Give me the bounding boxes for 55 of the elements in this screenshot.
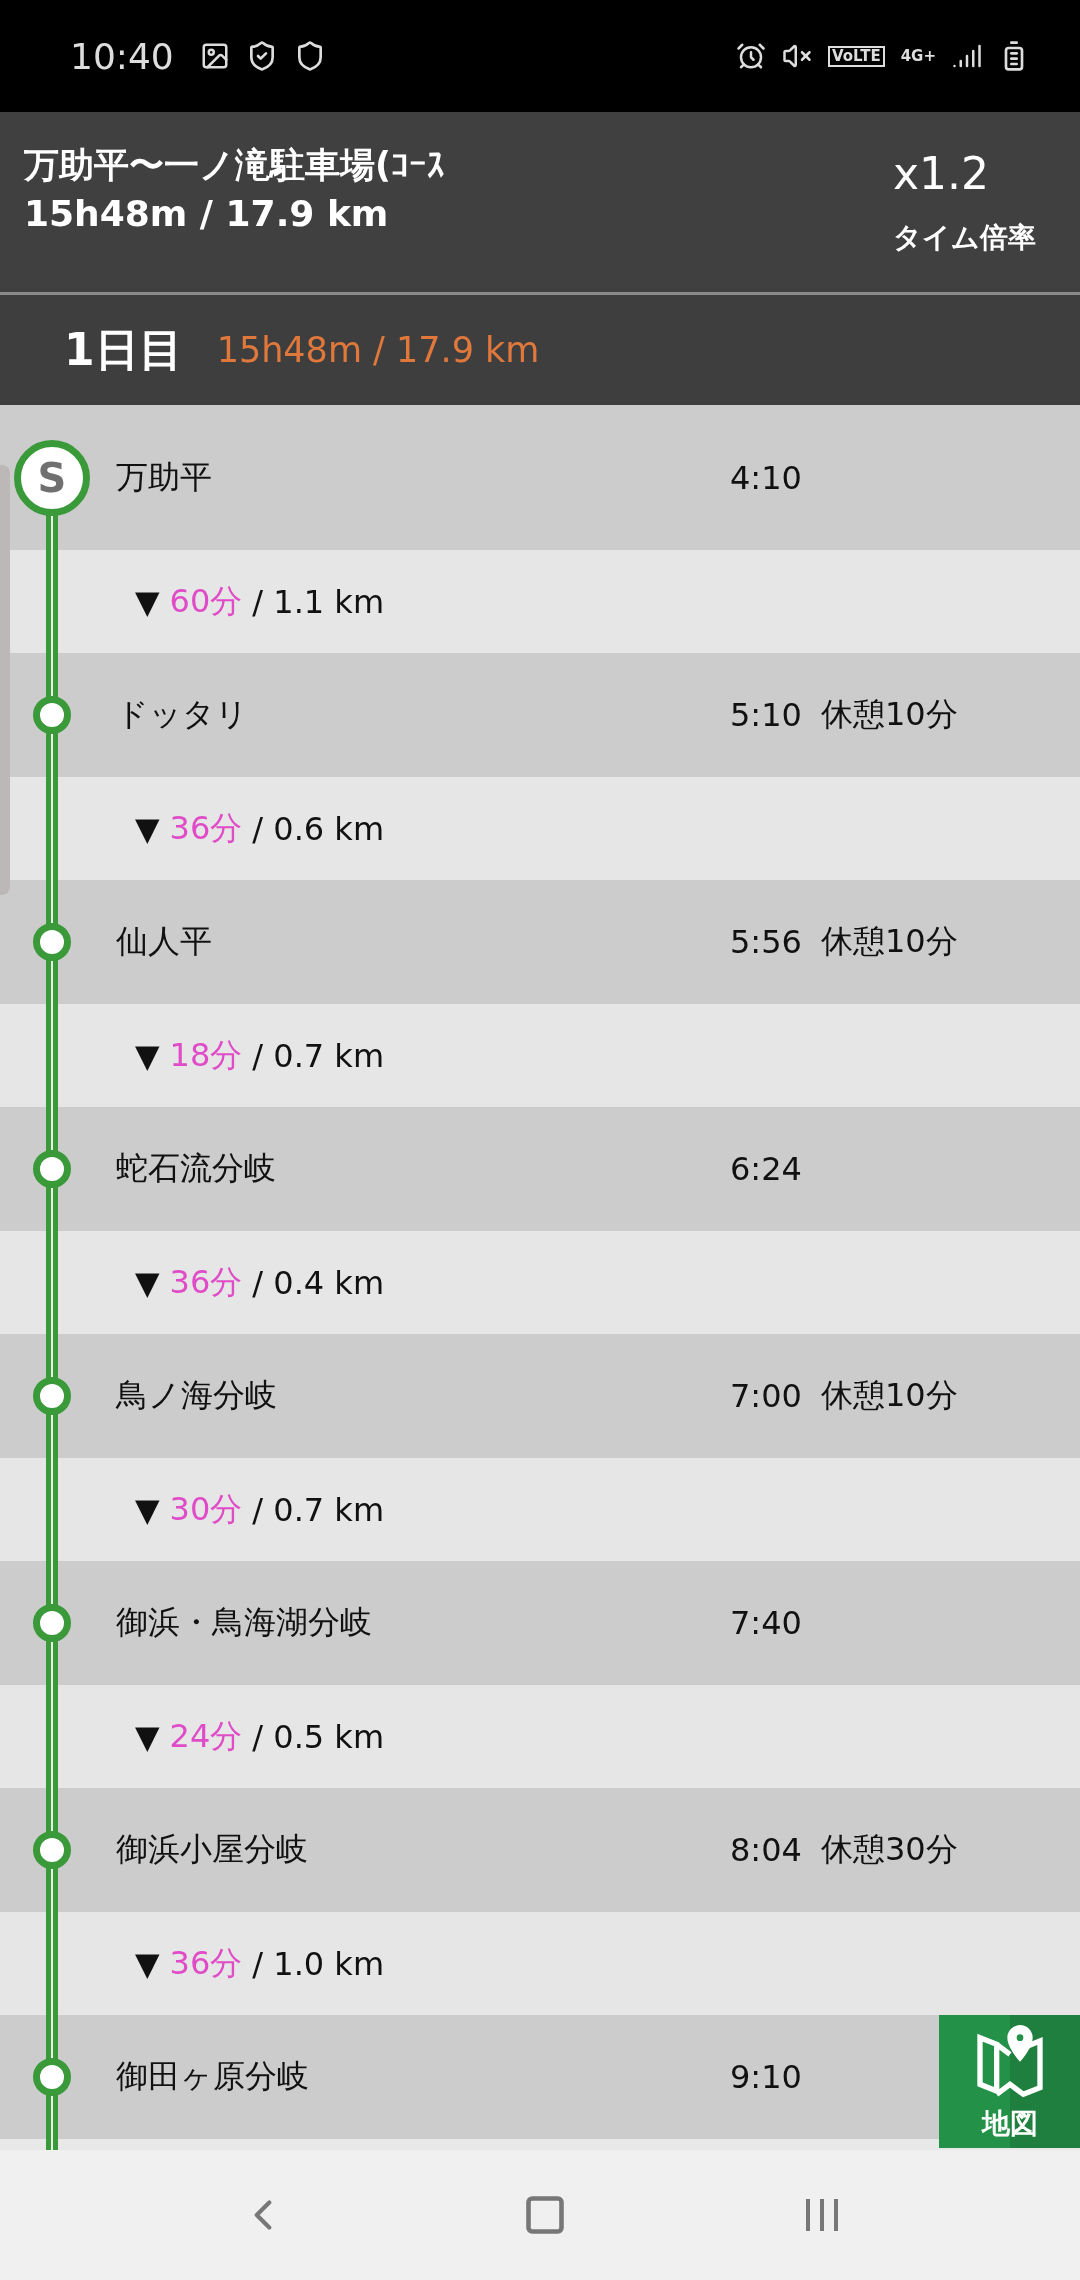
segment-distance: / 0.5 km xyxy=(252,1717,385,1756)
waypoint-name: 御浜小屋分岐 xyxy=(116,1829,308,1870)
waypoint-name: 御田ヶ原分岐 xyxy=(116,2056,309,2097)
network-label: 4G+ xyxy=(900,48,936,64)
arrival-time: 7:00 xyxy=(730,1377,802,1415)
rest-time: 休憩10分 xyxy=(821,694,958,735)
waypoint-name: 御浜・鳥海湖分岐 xyxy=(116,1602,372,1643)
segment-duration: 18分 xyxy=(169,1034,243,1076)
start-marker: S xyxy=(14,439,90,516)
waypoint-name: 蛇石流分岐 xyxy=(116,1148,276,1189)
volte-label: VoLTE xyxy=(828,45,885,67)
down-arrow-icon: ▼ xyxy=(135,1263,160,1302)
waypoint-name: 万助平 xyxy=(116,456,212,498)
multiplier-label: タイム倍率 xyxy=(893,220,1036,256)
arrival-time: 5:56 xyxy=(730,923,802,961)
arrival-time: 5:10 xyxy=(730,696,802,734)
segment-distance: / 0.4 km xyxy=(252,1263,385,1302)
arrival-time: 8:04 xyxy=(730,1831,802,1869)
time-multiplier[interactable]: x1.2 xyxy=(893,148,989,199)
segment-duration: 24分 xyxy=(169,1715,243,1757)
segment-distance: / 0.7 km xyxy=(252,1036,385,1075)
route-title: 万助平〜一ノ滝駐車場(ｺｰｽ xyxy=(24,144,446,187)
arrival-time: 4:10 xyxy=(730,458,802,497)
status-time: 10:40 xyxy=(70,35,174,77)
down-arrow-icon: ▼ xyxy=(135,1944,160,1983)
rest-time: 休憩30分 xyxy=(821,1829,958,1870)
arrival-time: 9:10 xyxy=(730,2058,802,2096)
down-arrow-icon: ▼ xyxy=(135,809,160,848)
segment-duration: 36分 xyxy=(169,1942,243,1984)
rest-time: 休憩10分 xyxy=(821,921,958,962)
waypoint-name: 鳥ノ海分岐 xyxy=(116,1375,277,1416)
segment-distance: / 1.1 km xyxy=(252,582,385,621)
edge-handle[interactable] xyxy=(0,465,10,895)
day-summary: 15h48m / 17.9 km xyxy=(216,330,540,370)
segment-distance: / 0.7 km xyxy=(252,1490,385,1529)
down-arrow-icon: ▼ xyxy=(135,582,160,621)
down-arrow-icon: ▼ xyxy=(135,1490,160,1529)
rest-time: 休憩10分 xyxy=(821,1375,958,1416)
home-icon[interactable] xyxy=(523,2193,567,2237)
day-label: 1日目 xyxy=(64,322,183,377)
alarm-icon xyxy=(736,41,766,71)
segment-duration: 30分 xyxy=(169,1488,243,1530)
segment-duration: 36分 xyxy=(169,1261,243,1303)
segment-duration: 36分 xyxy=(169,807,243,849)
segment-distance: / 1.0 km xyxy=(252,1944,385,1983)
segment-duration: 60分 xyxy=(169,580,243,622)
route-summary: 15h48m / 17.9 km xyxy=(24,193,390,234)
down-arrow-icon: ▼ xyxy=(135,1717,160,1756)
waypoint-name: ドッタリ xyxy=(116,694,248,735)
map-button[interactable]: 地図 xyxy=(939,2015,1080,2148)
arrival-time: 7:40 xyxy=(730,1604,802,1642)
segment-distance: / 0.6 km xyxy=(252,809,385,848)
down-arrow-icon: ▼ xyxy=(135,1036,160,1075)
waypoint-name: 仙人平 xyxy=(116,921,212,962)
arrival-time: 6:24 xyxy=(730,1150,802,1188)
